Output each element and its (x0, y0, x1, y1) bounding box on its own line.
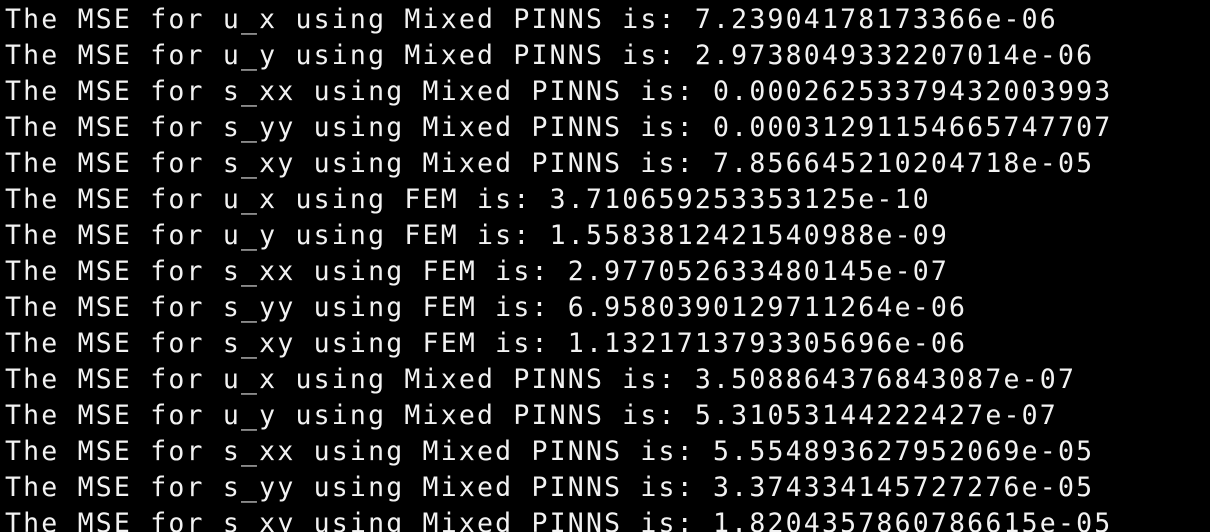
output-line: The MSE for s_xx using Mixed PINNS is: 0… (5, 76, 1113, 107)
terminal-window[interactable]: The MSE for u_x using Mixed PINNS is: 7.… (0, 0, 1210, 532)
output-line: The MSE for s_xy using Mixed PINNS is: 1… (5, 508, 1113, 532)
output-line: The MSE for u_y using Mixed PINNS is: 5.… (5, 400, 1058, 431)
output-line: The MSE for u_x using Mixed PINNS is: 7.… (5, 4, 1058, 35)
output-line: The MSE for u_y using Mixed PINNS is: 2.… (5, 40, 1095, 71)
output-line: The MSE for s_yy using Mixed PINNS is: 3… (5, 472, 1095, 503)
output-line: The MSE for u_x using FEM is: 3.71065925… (5, 184, 931, 215)
output-line: The MSE for s_xx using Mixed PINNS is: 5… (5, 436, 1095, 467)
terminal-output: The MSE for u_x using Mixed PINNS is: 7.… (5, 2, 1112, 532)
output-line: The MSE for u_y using FEM is: 1.55838124… (5, 220, 950, 251)
output-line: The MSE for s_xx using FEM is: 2.9770526… (5, 256, 950, 287)
output-line: The MSE for s_yy using Mixed PINNS is: 0… (5, 112, 1113, 143)
output-line: The MSE for s_yy using FEM is: 6.9580390… (5, 292, 968, 323)
output-line: The MSE for s_xy using Mixed PINNS is: 7… (5, 148, 1095, 179)
output-line: The MSE for s_xy using FEM is: 1.1321713… (5, 328, 968, 359)
output-line: The MSE for u_x using Mixed PINNS is: 3.… (5, 364, 1077, 395)
